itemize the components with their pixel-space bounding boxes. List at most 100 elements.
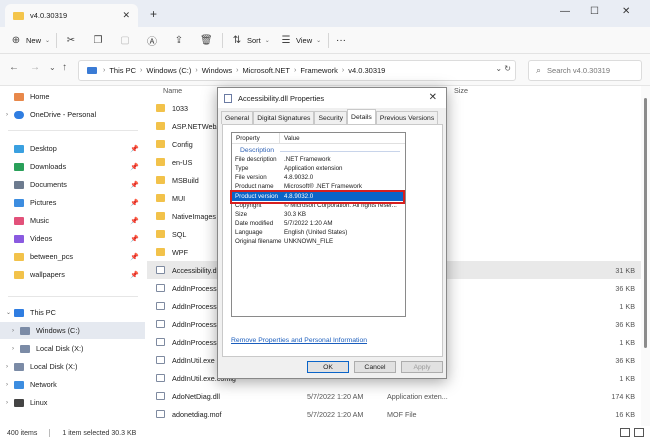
toolbar-divider	[328, 33, 329, 48]
details-table[interactable]: Property Value Description File descript…	[230, 132, 406, 317]
close-window-button[interactable]: ✕	[622, 6, 630, 17]
delete-button[interactable]: 🗑	[200, 32, 216, 49]
dialog-title: Accessibility.dll Properties	[238, 93, 325, 103]
breadcrumb-microsoft-net[interactable]: Microsoft.NET	[243, 66, 291, 75]
scrollbar-thumb[interactable]	[644, 98, 647, 348]
tab-digital-signatures[interactable]: Digital Signatures	[253, 111, 315, 124]
up-arrow-icon[interactable]: ↑	[62, 62, 67, 73]
property-value: 5/7/2022 1:20 AM	[284, 220, 333, 227]
minimize-button[interactable]: —	[560, 6, 570, 17]
view-button[interactable]: ☰ View ⌄	[280, 32, 322, 49]
sidebar-item-downloads[interactable]: Downloads 📌	[0, 158, 145, 175]
property-row[interactable]: File version 4.8.9032.0	[232, 173, 405, 182]
sidebar-item-label: Videos	[30, 234, 53, 243]
breadcrumb-framework[interactable]: Framework	[300, 66, 338, 75]
property-row[interactable]: File description .NET Framework	[232, 155, 405, 164]
tab-previous-versions[interactable]: Previous Versions	[375, 111, 439, 124]
chevron-right-icon[interactable]: ›	[6, 382, 14, 388]
folder-icon	[13, 11, 24, 20]
address-dropdown-icon[interactable]: ⌄ ↻	[495, 64, 511, 73]
column-header-name[interactable]: Name	[163, 86, 182, 95]
search-input[interactable]: ⌕ Search v4.0.30319	[528, 60, 642, 81]
address-bar[interactable]: › This PC › Windows (C:) › Windows › Mic…	[78, 60, 516, 81]
cut-button[interactable]: ✂	[65, 32, 81, 49]
breadcrumb-windows[interactable]: Windows	[202, 66, 232, 75]
chevron-right-icon: ›	[195, 67, 198, 74]
property-row[interactable]: Date modified 5/7/2022 1:20 AM	[232, 219, 405, 228]
column-header-value[interactable]: Value	[284, 135, 300, 142]
sidebar-item-linux[interactable]: › Linux	[0, 394, 145, 411]
scissors-icon: ✂	[66, 35, 76, 46]
tab-security[interactable]: Security	[314, 111, 348, 124]
home-icon	[14, 92, 24, 101]
tiles-view-icon[interactable]	[634, 428, 644, 437]
sidebar-item-local-disk-x-2[interactable]: › Local Disk (X:)	[0, 358, 145, 375]
sidebar-item-onedrive[interactable]: › OneDrive - Personal	[0, 106, 145, 123]
sidebar-item-videos[interactable]: Videos 📌	[0, 230, 145, 247]
folder-icon	[156, 248, 165, 256]
breadcrumb-windows-c[interactable]: Windows (C:)	[146, 66, 191, 75]
sort-button[interactable]: ⇅ Sort ⌄	[231, 32, 270, 49]
share-button[interactable]: ⇪	[173, 32, 189, 49]
chevron-right-icon[interactable]: ›	[12, 328, 20, 334]
new-tab-button[interactable]: +	[150, 7, 157, 21]
new-button[interactable]: ⊕ New ⌄	[10, 32, 50, 49]
details-view-icon[interactable]	[620, 428, 630, 437]
list-item[interactable]: AdoNetDiag.dll 5/7/2022 1:20 AM Applicatio…	[147, 387, 641, 405]
column-header-property[interactable]: Property	[236, 135, 260, 142]
tab-details[interactable]: Details	[347, 109, 376, 124]
tab-title: v4.0.30319	[30, 11, 68, 20]
chevron-right-icon[interactable]: ›	[6, 112, 14, 118]
folder-icon	[156, 104, 165, 112]
sidebar-item-music[interactable]: Music 📌	[0, 212, 145, 229]
title-bar: v4.0.30319 ✕ + — ☐ ✕	[0, 0, 650, 27]
dialog-close-button[interactable]: ✕	[429, 92, 437, 103]
back-arrow-icon[interactable]: ←	[9, 62, 19, 73]
sidebar-item-windows-c[interactable]: › Windows (C:)	[0, 322, 145, 339]
chevron-right-icon[interactable]: ›	[12, 346, 20, 352]
sidebar-item-home[interactable]: Home	[0, 88, 145, 105]
chevron-down-icon: ⌄	[264, 38, 270, 44]
file-icon	[156, 356, 165, 364]
breadcrumb-this-pc[interactable]: This PC	[109, 66, 136, 75]
remove-properties-link[interactable]: Remove Properties and Personal Informati…	[231, 337, 367, 344]
apply-button[interactable]: Apply	[401, 361, 443, 373]
maximize-button[interactable]: ☐	[590, 6, 599, 17]
chevron-down-icon[interactable]: ⌄	[6, 309, 14, 316]
rename-button[interactable]: Ⓐ	[146, 32, 162, 49]
file-name: AdoNetDiag.dll	[172, 391, 220, 401]
property-row[interactable]: Language English (United States)	[232, 228, 405, 237]
sidebar-item-wallpapers[interactable]: wallpapers 📌	[0, 266, 145, 283]
more-options-button[interactable]: ···	[336, 32, 346, 49]
chevron-right-icon[interactable]: ›	[6, 364, 14, 370]
tab-general[interactable]: General	[221, 111, 254, 124]
property-value: .NET Framework	[284, 156, 331, 163]
sidebar-item-local-disk-x[interactable]: › Local Disk (X:)	[0, 340, 145, 357]
list-item[interactable]: adonetdiag.mof 5/7/2022 1:20 AM MOF File 16…	[147, 405, 641, 423]
sidebar-item-network[interactable]: › Network	[0, 376, 145, 393]
property-row[interactable]: Type Application extension	[232, 164, 405, 173]
column-header-size[interactable]: Size	[454, 86, 468, 95]
paste-button[interactable]: ▢	[119, 32, 135, 49]
sort-label: Sort	[247, 36, 261, 45]
sidebar-item-between-pcs[interactable]: between_pcs 📌	[0, 248, 145, 265]
sidebar-item-pictures[interactable]: Pictures 📌	[0, 194, 145, 211]
cancel-button[interactable]: Cancel	[354, 361, 396, 373]
sidebar-item-this-pc[interactable]: ⌄ This PC	[0, 304, 145, 321]
property-row[interactable]: Original filename UNKNOWN_FILE	[232, 237, 405, 246]
sidebar-item-label: Linux	[30, 398, 48, 407]
property-row[interactable]: Size 30.3 KB	[232, 210, 405, 219]
breadcrumb-v4-0-30319[interactable]: v4.0.30319	[348, 66, 385, 75]
copy-button[interactable]: ❐	[92, 32, 108, 49]
vertical-scrollbar[interactable]	[641, 86, 650, 426]
sidebar-item-desktop[interactable]: Desktop 📌	[0, 140, 145, 157]
file-icon	[156, 392, 165, 400]
recent-chevron-icon[interactable]: ⌄	[49, 63, 56, 72]
tab-v4-0-30319[interactable]: v4.0.30319 ✕	[5, 4, 138, 27]
ok-button[interactable]: OK	[307, 361, 349, 373]
forward-arrow-icon[interactable]: →	[30, 62, 40, 73]
sidebar-item-documents[interactable]: Documents 📌	[0, 176, 145, 193]
close-tab-icon[interactable]: ✕	[122, 10, 130, 21]
chevron-right-icon[interactable]: ›	[6, 400, 14, 406]
cloud-icon	[14, 110, 24, 119]
